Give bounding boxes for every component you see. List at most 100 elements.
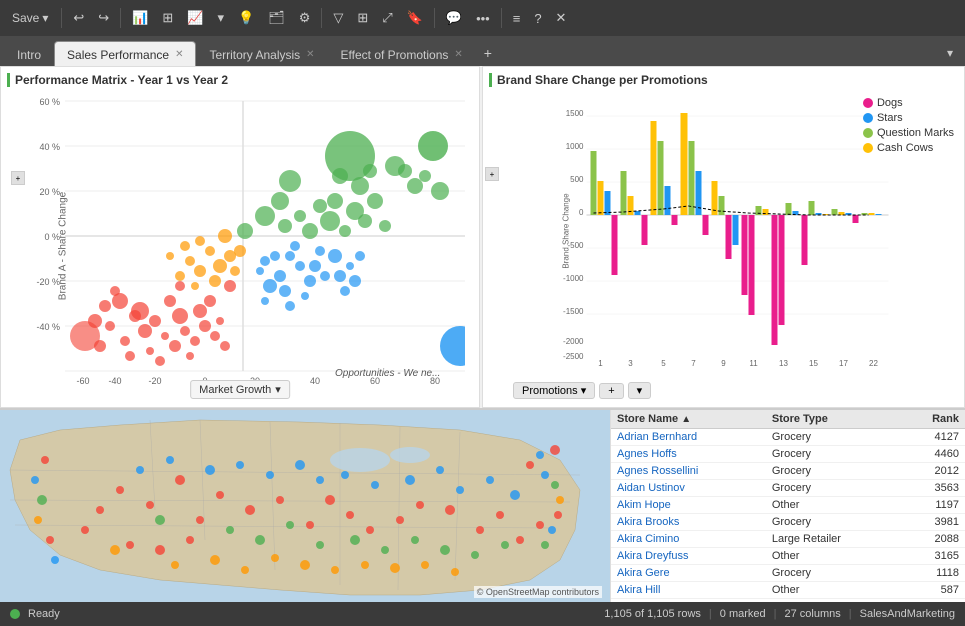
undo-button[interactable]: ↩ <box>67 6 90 30</box>
svg-text:15: 15 <box>809 359 818 368</box>
cell-rank: 587 <box>900 582 965 599</box>
table-row[interactable]: Agnes RosselliniGrocery2012 <box>611 463 965 480</box>
viz-button[interactable]: 📊 <box>126 6 154 30</box>
status-div1: | <box>709 608 712 620</box>
cell-store-name: Akim Hope <box>611 497 766 514</box>
tab-sales-performance-label: Sales Performance <box>67 48 169 62</box>
toolbar: Save ▾ ↩ ↪ 📊 ⊞ 📈 ▾ 💡 🗂 ⚙ ▽ ⊞ ⤢ 🔖 💬 ••• ≡… <box>0 0 965 36</box>
svg-text:40 %: 40 % <box>39 142 60 152</box>
redo-button[interactable]: ↪ <box>92 6 115 30</box>
svg-text:0: 0 <box>579 208 584 217</box>
tab-sales-performance[interactable]: Sales Performance ✕ <box>54 41 196 67</box>
promotions-add-btn[interactable]: + <box>599 383 623 399</box>
col-store-name[interactable]: Store Name ▲ <box>611 410 766 429</box>
cell-store-name: Akira Dreyfuss <box>611 548 766 565</box>
table-row[interactable]: Aidan UstinovGrocery3563 <box>611 480 965 497</box>
col-rank[interactable]: Rank <box>900 410 965 429</box>
table-header-row: Store Name ▲ Store Type Rank <box>611 410 965 429</box>
promotions-dropdown[interactable]: Promotions ▾ <box>513 382 595 399</box>
tab-effect-promotions-close[interactable]: ✕ <box>454 50 462 60</box>
legend-qm-label: Question Marks <box>877 127 954 139</box>
save-arrow: ▾ <box>42 11 48 25</box>
close-button[interactable]: ✕ <box>550 6 573 30</box>
bar-panel: Brand Share Change per Promotions Dogs S… <box>482 66 965 408</box>
market-growth-label: Market Growth <box>199 384 271 396</box>
tab-intro-label: Intro <box>17 48 41 62</box>
grid-button[interactable]: ⊞ <box>351 6 374 30</box>
col-store-type[interactable]: Store Type <box>766 410 901 429</box>
svg-text:3: 3 <box>628 359 633 368</box>
tabbar: Intro Sales Performance ✕ Territory Anal… <box>0 36 965 66</box>
help-button[interactable]: ? <box>528 7 547 30</box>
map-attribution: © OpenStreetMap contributors <box>474 586 602 598</box>
bookmark-button[interactable]: 🔖 <box>401 6 429 30</box>
svg-text:1500: 1500 <box>566 109 584 118</box>
data-button[interactable]: ⊞ <box>156 6 179 30</box>
tab-effect-promotions[interactable]: Effect of Promotions ✕ <box>328 41 476 67</box>
tab-effect-promotions-label: Effect of Promotions <box>341 48 449 62</box>
tab-territory-analysis-label: Territory Analysis <box>209 48 300 62</box>
tab-intro[interactable]: Intro <box>4 41 54 67</box>
legend-dogs: Dogs <box>863 97 954 109</box>
cell-store-type: Other <box>766 548 901 565</box>
tab-more-button[interactable]: ▾ <box>939 40 961 66</box>
cell-rank: 3981 <box>900 514 965 531</box>
table-row[interactable]: Akira CiminoLarge Retailer2088 <box>611 531 965 548</box>
promotions-more-btn[interactable]: ▾ <box>628 382 652 399</box>
legend-dogs-label: Dogs <box>877 97 903 109</box>
svg-text:22: 22 <box>869 359 878 368</box>
table-row[interactable]: Adrian BernhardGrocery4127 <box>611 429 965 446</box>
menu-button[interactable]: ≡ <box>507 7 527 30</box>
cell-store-name: Akira Gere <box>611 565 766 582</box>
filter-button[interactable]: ▽ <box>327 6 349 30</box>
promotions-bar: Promotions ▾ + ▾ <box>513 382 651 399</box>
table-row[interactable]: Akira HillOther587 <box>611 582 965 599</box>
table-row[interactable]: Akira GereGrocery1118 <box>611 565 965 582</box>
cell-store-name: Agnes Hoffs <box>611 446 766 463</box>
toolbar-divider-3 <box>321 8 322 28</box>
chart-button[interactable]: 📈 <box>181 6 209 30</box>
cell-store-type: Grocery <box>766 446 901 463</box>
expand-button[interactable]: ⤢ <box>376 6 398 30</box>
legend-cc-label: Cash Cows <box>877 142 933 154</box>
bar-title: Brand Share Change per Promotions <box>489 73 958 87</box>
cell-rank: 1197 <box>900 497 965 514</box>
map-panel[interactable]: © OpenStreetMap contributors <box>0 410 610 602</box>
svg-text:9: 9 <box>721 359 726 368</box>
bar-expand-btn[interactable]: + <box>485 167 499 181</box>
chart-down-button[interactable]: ▾ <box>211 6 230 30</box>
comment-button[interactable]: 💬 <box>440 6 468 30</box>
cell-store-type: Grocery <box>766 565 901 582</box>
cell-store-name: Akira Cimino <box>611 531 766 548</box>
svg-text:1: 1 <box>598 359 603 368</box>
table-row[interactable]: Akira DreyfussOther3165 <box>611 548 965 565</box>
settings-button[interactable]: ⚙ <box>293 6 317 30</box>
cell-rank: 3165 <box>900 548 965 565</box>
table-row[interactable]: Akira BrooksGrocery3981 <box>611 514 965 531</box>
svg-text:1000: 1000 <box>566 142 584 151</box>
status-columns: 27 columns <box>784 608 840 620</box>
market-growth-dropdown[interactable]: Market Growth ▾ <box>190 380 290 399</box>
bulb-button[interactable]: 💡 <box>232 6 260 30</box>
toolbar-divider-4 <box>434 8 435 28</box>
legend-cash-cows: Cash Cows <box>863 142 954 154</box>
cell-store-type: Grocery <box>766 514 901 531</box>
table-row[interactable]: Akim HopeOther1197 <box>611 497 965 514</box>
svg-text:-2500: -2500 <box>563 352 584 361</box>
tab-add-button[interactable]: + <box>476 40 500 66</box>
top-row: Performance Matrix - Year 1 vs Year 2 Br… <box>0 66 965 408</box>
cell-store-type: Other <box>766 497 901 514</box>
table-row[interactable]: Agnes HoffsGrocery4460 <box>611 446 965 463</box>
cell-rank: 2088 <box>900 531 965 548</box>
more-button[interactable]: ••• <box>470 7 496 30</box>
cell-rank: 4127 <box>900 429 965 446</box>
legend-question-marks: Question Marks <box>863 127 954 139</box>
layout-button[interactable]: 🗂 <box>262 6 291 30</box>
scatter-expand-btn[interactable]: + <box>11 171 25 185</box>
cell-rank: 1118 <box>900 565 965 582</box>
svg-text:13: 13 <box>779 359 788 368</box>
tab-territory-analysis[interactable]: Territory Analysis ✕ <box>196 41 327 67</box>
tab-sales-performance-close[interactable]: ✕ <box>175 50 183 60</box>
tab-territory-analysis-close[interactable]: ✕ <box>306 50 314 60</box>
save-button[interactable]: Save ▾ <box>4 7 56 29</box>
